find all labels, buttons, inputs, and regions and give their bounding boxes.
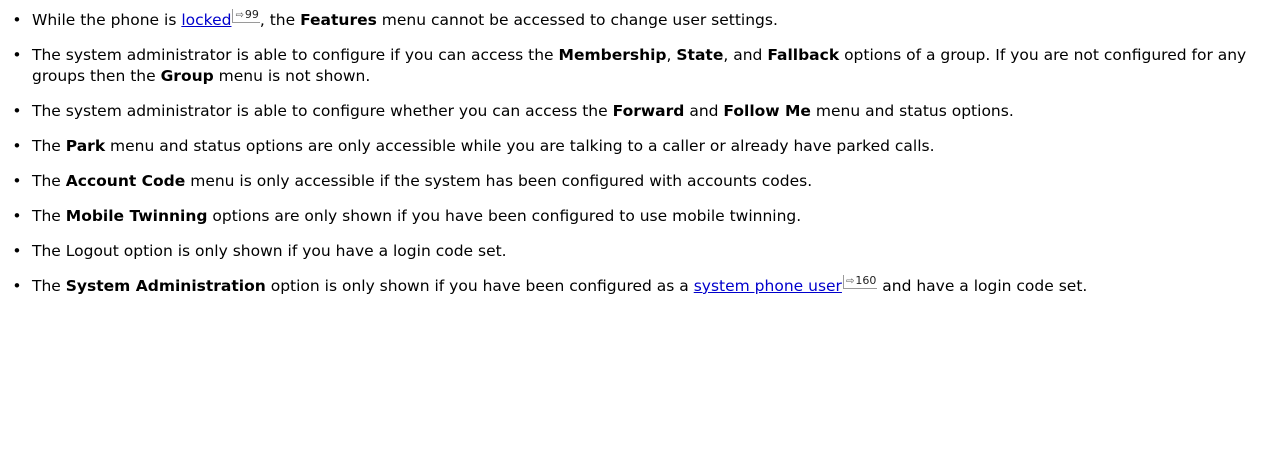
list-item: • The Account Code menu is only accessib… [0,171,1270,192]
text: While the phone is [32,11,182,29]
list-item: • The Mobile Twinning options are only s… [0,206,1270,227]
text: and have a login code set. [877,277,1088,295]
text: , and [723,46,768,64]
text: , [666,46,677,64]
page-reference-badge[interactable]: ⇨160 [842,274,878,289]
bold-term: Follow Me [723,102,811,120]
bullet-icon: • [12,172,22,190]
text: menu cannot be accessed to change user s… [376,11,778,29]
text: menu and status options. [810,102,1014,120]
text: The Logout option is only shown if you h… [32,242,507,260]
list-item: • The system administrator is able to co… [0,101,1270,122]
text: The system administrator is able to conf… [32,102,613,120]
text: options are only shown if you have been … [207,207,802,225]
bullet-icon: • [12,207,22,225]
text: The [32,172,66,190]
bullet-icon: • [12,242,22,260]
bullet-icon: • [12,137,22,155]
bold-term: Group [160,67,214,85]
text: , the [259,11,301,29]
bullet-icon: • [12,46,22,64]
bold-term: Fallback [767,46,840,64]
text: The [32,207,66,225]
list-item: • The system administrator is able to co… [0,45,1270,87]
bold-term: State [676,46,724,64]
list-item: • The Logout option is only shown if you… [0,241,1270,262]
list-item: • The Park menu and status options are o… [0,136,1270,157]
document-page: • While the phone is locked ⇨99, the Feat… [0,0,1282,454]
text: and [684,102,724,120]
text: menu is not shown. [213,67,371,85]
text: menu is only accessible if the system ha… [185,172,813,190]
bullet-icon: • [12,11,22,29]
bold-term: Membership [558,46,667,64]
bullet-icon: • [12,102,22,120]
bullet-icon: • [12,277,22,295]
bold-term: Mobile Twinning [65,207,208,225]
bold-term: Account Code [65,172,186,190]
text: The [32,277,66,295]
bold-term: Features [300,11,377,29]
locked-link[interactable]: locked [181,11,231,29]
bold-term: Forward [612,102,685,120]
text: menu and status options are only accessi… [105,137,935,155]
bold-term: System Administration [65,277,266,295]
page-number: 99 [244,8,259,21]
page-arrow-icon: ⇨ [235,10,244,21]
list-item: • The System Administration option is on… [0,274,1270,297]
list-item: • While the phone is locked ⇨99, the Feat… [0,8,1270,31]
notes-bullet-list: • While the phone is locked ⇨99, the Feat… [0,8,1270,311]
page-arrow-icon: ⇨ [845,276,855,287]
text: The system administrator is able to conf… [32,46,559,64]
bold-term: Park [65,137,106,155]
text: The [32,137,66,155]
page-number: 160 [855,274,877,287]
text: option is only shown if you have been co… [265,277,694,295]
system-phone-user-link[interactable]: system phone user [694,277,842,295]
page-reference-badge[interactable]: ⇨99 [232,8,260,23]
